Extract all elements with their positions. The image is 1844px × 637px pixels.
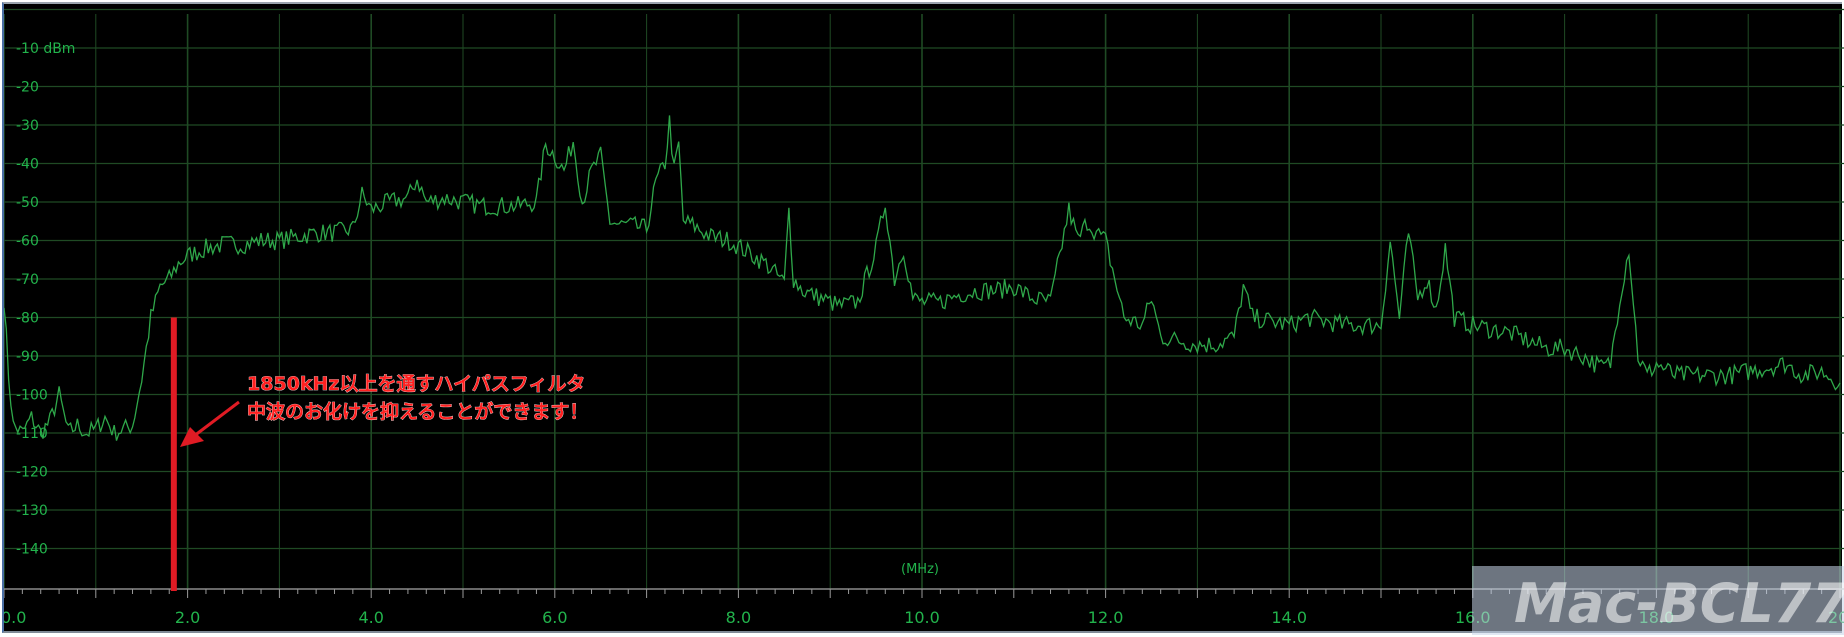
y-tick-label: -70 [16, 272, 39, 288]
x-tick-label: 8.0 [726, 608, 751, 627]
y-tick-label: -40 [16, 157, 39, 173]
x-tick-label: 6.0 [542, 608, 567, 627]
y-tick-label: -80 [16, 311, 39, 327]
y-tick-label: -100 [16, 388, 48, 404]
annotation-arrow-shaft [193, 400, 240, 438]
y-tick-label: -130 [16, 503, 48, 519]
spectrum-chart: -10 dBm -20 -30 -40 -50 -60 -70 -80 -90 -100 -110 -… [4, 8, 1844, 635]
y-tick-label: -120 [16, 465, 48, 481]
y-tick-label: -50 [16, 195, 39, 211]
annotation-line-2: 中波のお化けを抑えることができます！ [247, 400, 588, 423]
filter-cutoff-marker [170, 317, 240, 591]
y-tick-label: -90 [16, 349, 39, 365]
y-tick-label: -110 [16, 426, 48, 442]
y-axis-ticks: -10 dBm -20 -30 -40 -50 -60 -70 -80 -90 -100 -110 -… [16, 41, 75, 558]
y-tick-label: -10 dBm [16, 41, 75, 57]
spectrum-display: -10 dBm -20 -30 -40 -50 -60 -70 -80 -90 -100 -110 -… [2, 2, 1844, 635]
y-tick-label: -140 [16, 542, 48, 558]
watermark: Mac-BCL777 [1472, 566, 1844, 635]
x-tick-label: 2.0 [175, 608, 200, 627]
y-tick-label: -60 [16, 234, 39, 250]
x-tick-label: 14.0 [1271, 608, 1307, 627]
x-tick-label: 0.0 [4, 608, 26, 627]
x-tick-label: 4.0 [358, 608, 383, 627]
y-tick-label: -30 [16, 118, 39, 134]
x-tick-label: 12.0 [1088, 608, 1124, 627]
x-axis-unit: (MHz) [901, 562, 939, 577]
x-tick-label: 10.0 [904, 608, 940, 627]
watermark-text: Mac-BCL777 [1514, 572, 1844, 635]
annotation-line-1: 1850kHz以上を通すハイパスフィルタ [247, 373, 585, 395]
y-tick-label: -20 [16, 80, 39, 96]
